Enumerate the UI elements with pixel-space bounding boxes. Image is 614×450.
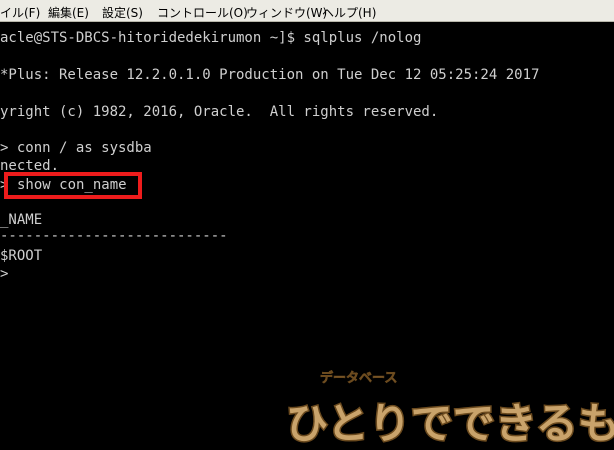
terminal-line-release: *Plus: Release 12.2.0.1.0 Production on …: [0, 67, 540, 83]
terminal-line-separator: ---------------------------: [0, 228, 228, 244]
watermark-logo: データベース ひとりでできるもん: [285, 370, 614, 450]
terminal-line-prompt-final: >: [0, 266, 9, 282]
menu-edit[interactable]: 編集(E): [48, 4, 89, 21]
watermark-title: ひとりでできるもん: [286, 399, 614, 448]
menu-help[interactable]: ヘルプ(H): [322, 4, 376, 21]
menu-settings[interactable]: 設定(S): [102, 4, 143, 21]
watermark-subtitle: データベース: [320, 370, 397, 386]
menu-control[interactable]: コントロール(O): [157, 4, 248, 21]
menu-file[interactable]: イル(F): [0, 4, 40, 21]
menu-window[interactable]: ウィンドウ(W): [246, 4, 327, 21]
terminal-line-result: $ROOT: [0, 248, 43, 264]
terminal-line-conn: > conn / as sysdba: [0, 140, 152, 156]
terminal-line-copyright: yright (c) 1982, 2016, Oracle. All right…: [0, 104, 439, 120]
menu-bar: イル(F) 編集(E) 設定(S) コントロール(O) ウィンドウ(W) ヘルプ…: [0, 0, 614, 22]
highlight-box: [4, 172, 142, 199]
terminal-line-column-header: _NAME: [0, 212, 43, 228]
terminal-line-prompt-sqlplus: acle@STS-DBCS-hitoridedekirumon ~]$ sqlp…: [0, 30, 422, 46]
